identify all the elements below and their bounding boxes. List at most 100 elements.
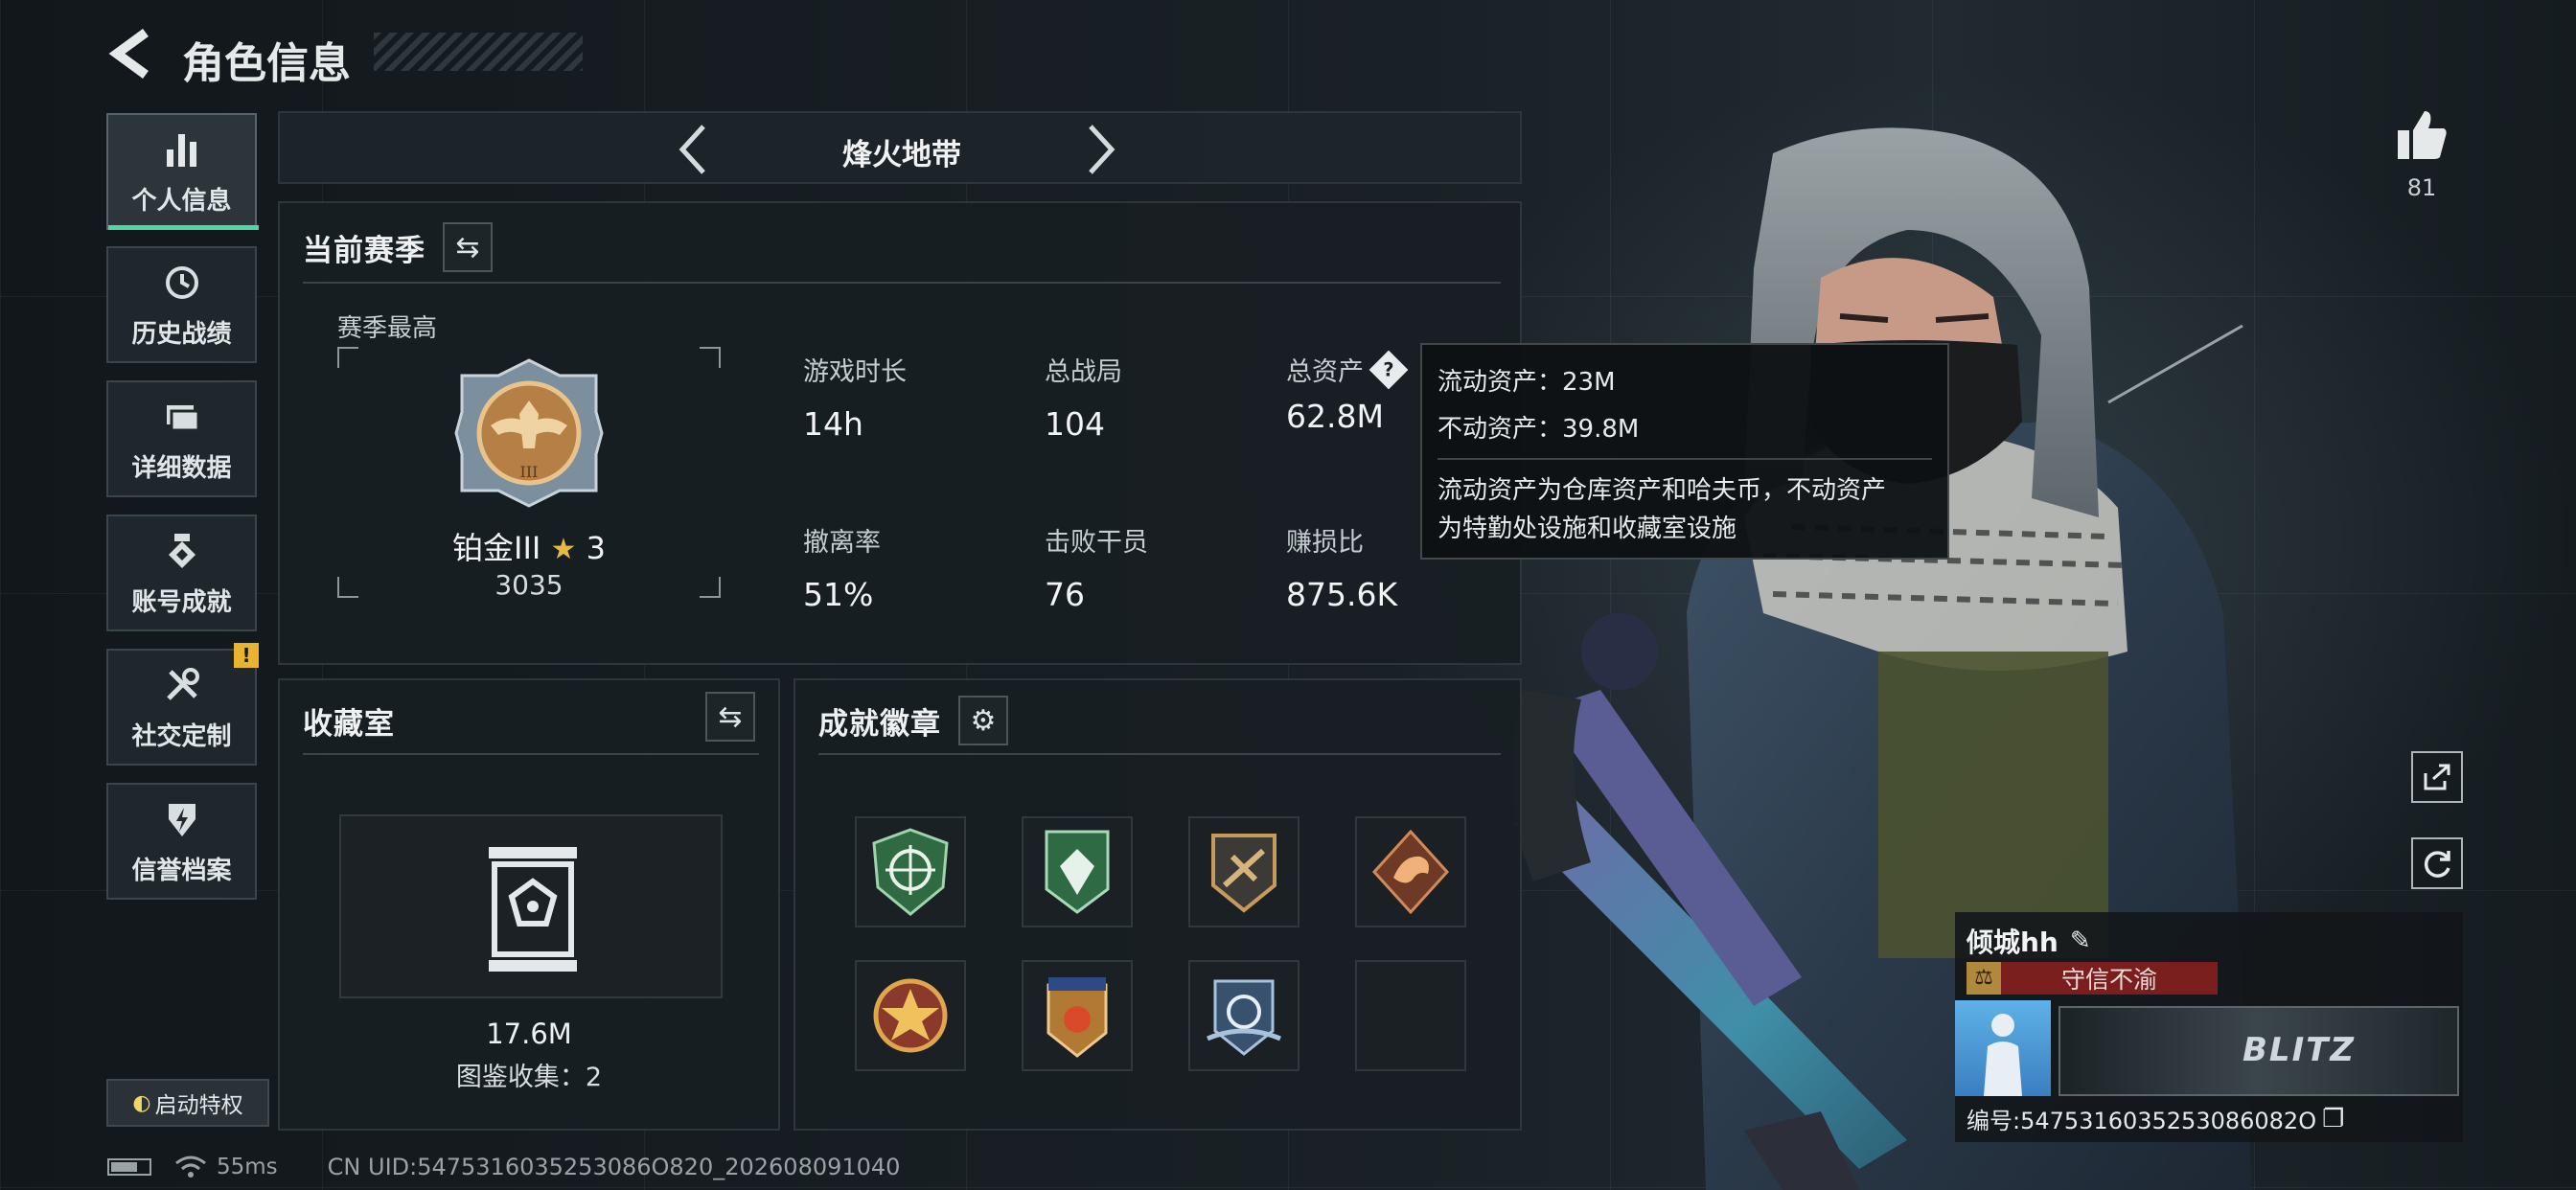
like-count: 81 <box>2406 174 2437 201</box>
privilege-button[interactable]: ◐ 启动特权 <box>106 1079 269 1127</box>
green-crosshair-badge-icon <box>872 828 949 916</box>
season-panel: 当前赛季 ⇆ 赛季最高 III 铂金III ★ 3 3035 游戏时长 14h … <box>278 201 1522 665</box>
stars-shield-badge-icon <box>1046 977 1108 1058</box>
stat-value: 76 <box>1045 576 1085 613</box>
assets-tooltip: 流动资产：23M 不动资产：39.8M 流动资产为仓库资产和哈夫币，不动资产 为… <box>1420 343 1949 560</box>
thumbs-up-icon <box>2398 111 2447 159</box>
player-banner[interactable]: BLITZ <box>2058 1006 2459 1096</box>
refresh-button[interactable] <box>2411 837 2463 889</box>
achievement-badge[interactable] <box>855 960 966 1071</box>
platinum-rank-emblem-icon: III <box>454 358 604 508</box>
status-bar: 55ms CN UID:5475316035253086O820_2026080… <box>107 1152 900 1182</box>
swap-arrows-icon: ⇆ <box>455 230 480 264</box>
achievement-badge[interactable] <box>1022 816 1133 927</box>
sidebar-item-label: 个人信息 <box>131 186 232 216</box>
collection-title: 收藏室 <box>303 707 395 742</box>
stat-label: 总资产 <box>1286 357 1364 387</box>
reputation-icon: ⚖ <box>1966 962 2001 995</box>
divider <box>303 282 1501 284</box>
achievements-settings-button[interactable]: ⚙ <box>958 696 1008 745</box>
achievement-badge[interactable] <box>855 816 966 927</box>
sidebar-item-achievements[interactable]: 账号成就 <box>106 515 257 631</box>
stat-play-time: 游戏时长 14h <box>803 351 907 443</box>
copy-icon[interactable]: ❐ <box>2322 1105 2344 1133</box>
sidebar-item-profile[interactable]: 个人信息 <box>106 113 259 230</box>
sidebar-item-label: 信誉档案 <box>131 856 232 885</box>
season-switch-button[interactable]: ⇆ <box>443 222 493 272</box>
achievement-badge[interactable] <box>1188 960 1300 1071</box>
reputation-banner: ⚖ 守信不渝 <box>1966 962 2218 995</box>
clock-history-icon <box>160 261 204 305</box>
share-button[interactable] <box>2411 751 2463 803</box>
divider <box>303 753 759 755</box>
avatar-figure-icon <box>1984 1014 2022 1096</box>
sidebar-item-history[interactable]: 历史战绩 <box>106 246 257 363</box>
achievements-panel: 成就徽章 ⚙ <box>794 678 1522 1131</box>
rank-name-row: 铂金III ★ 3 <box>337 524 721 568</box>
sidebar-item-label: 账号成就 <box>131 587 232 617</box>
like-widget[interactable]: 81 <box>2388 107 2455 201</box>
bar-chart-icon <box>160 127 204 172</box>
credit-shield-icon <box>160 797 204 841</box>
battery-icon <box>107 1158 151 1176</box>
green-shield-badge-icon <box>1045 830 1110 914</box>
blue-wings-badge-icon <box>1207 979 1281 1056</box>
reputation-label: 守信不渝 <box>2060 966 2157 994</box>
stat-value: 14h <box>803 405 863 443</box>
tooltip-desc-line1: 流动资产为仓库资产和哈夫币，不动资产 <box>1438 476 1887 505</box>
stat-label: 游戏时长 <box>803 357 907 387</box>
wrench-tools-icon <box>160 663 204 707</box>
player-id: 编号:5475316035253086082O <box>1966 1108 2317 1134</box>
achievement-badge[interactable] <box>1355 816 1466 927</box>
help-icon[interactable]: ? <box>1368 350 1409 389</box>
page-title: 角色信息 <box>182 39 351 88</box>
stat-label: 赚损比 <box>1286 528 1364 558</box>
share-icon <box>2424 764 2450 790</box>
rank-score: 3035 <box>494 569 564 601</box>
next-mode-icon[interactable] <box>1083 123 1121 176</box>
stat-label: 击败干员 <box>1045 528 1148 558</box>
alert-badge: ! <box>234 643 259 668</box>
avatar[interactable] <box>1955 1000 2051 1096</box>
edit-name-icon[interactable]: ✎ <box>2070 927 2091 955</box>
wifi-icon <box>175 1156 206 1178</box>
active-indicator <box>108 225 259 230</box>
tooltip-desc-line2: 为特勤处设施和收藏室设施 <box>1438 515 1737 543</box>
achievement-badge-empty[interactable] <box>1355 960 1466 1071</box>
achievement-badge[interactable] <box>1188 816 1300 927</box>
stat-value: 875.6K <box>1286 576 1398 613</box>
mode-label: 烽火地带 <box>842 138 961 172</box>
season-title: 当前赛季 <box>303 233 426 268</box>
stat-operators-defeated: 击败干员 76 <box>1045 521 1148 613</box>
rank-name: 铂金III <box>452 530 541 566</box>
folder-stack-icon <box>160 395 204 439</box>
collection-panel: 收藏室 ⇆ 17.6M 图鉴收集：2 <box>278 678 780 1131</box>
header: 角色信息 <box>107 29 351 88</box>
sidebar-item-label: 社交定制 <box>131 721 232 751</box>
season-best-label: 赛季最高 <box>337 314 438 343</box>
collection-showcase[interactable] <box>339 814 723 998</box>
gear-icon: ⚙ <box>970 703 997 738</box>
sidebar-item-details[interactable]: 详细数据 <box>106 380 257 497</box>
star-medal-badge-icon <box>873 978 948 1053</box>
collection-count: 图鉴收集：2 <box>455 1063 603 1092</box>
sidebar-item-credit[interactable]: 信誉档案 <box>106 783 257 900</box>
player-card: 倾城hh ✎ ⚖ 守信不渝 BLITZ 编号:54753160352530860… <box>1955 912 2463 1142</box>
privilege-label: 启动特权 <box>154 1093 243 1118</box>
sidebar-item-social[interactable]: 社交定制 ! <box>106 643 259 766</box>
achievement-badge[interactable] <box>1022 960 1133 1071</box>
tooltip-liquid-assets: 流动资产：23M <box>1438 368 1616 397</box>
rank-stars: 3 <box>586 530 606 566</box>
stat-profit-loss-ratio: 赚损比 875.6K <box>1286 521 1397 613</box>
tooltip-divider <box>1438 458 1932 460</box>
tooltip-fixed-assets: 不动资产：39.8M <box>1438 415 1640 444</box>
ping-text: 55ms <box>217 1155 278 1179</box>
uid-text: CN UID:5475316035253086O820_202608091040 <box>327 1154 901 1180</box>
back-arrow-icon[interactable] <box>107 29 153 79</box>
bronze-rifle-badge-icon <box>1211 834 1276 913</box>
stat-total-assets: 总资产 ? 62.8M <box>1286 350 1409 435</box>
stat-total-matches: 总战局 104 <box>1045 351 1122 443</box>
collection-switch-button[interactable]: ⇆ <box>705 692 755 742</box>
stat-extraction-rate: 撤离率 51% <box>803 521 881 613</box>
rank-frame: III 铂金III ★ 3 3035 <box>337 347 721 601</box>
